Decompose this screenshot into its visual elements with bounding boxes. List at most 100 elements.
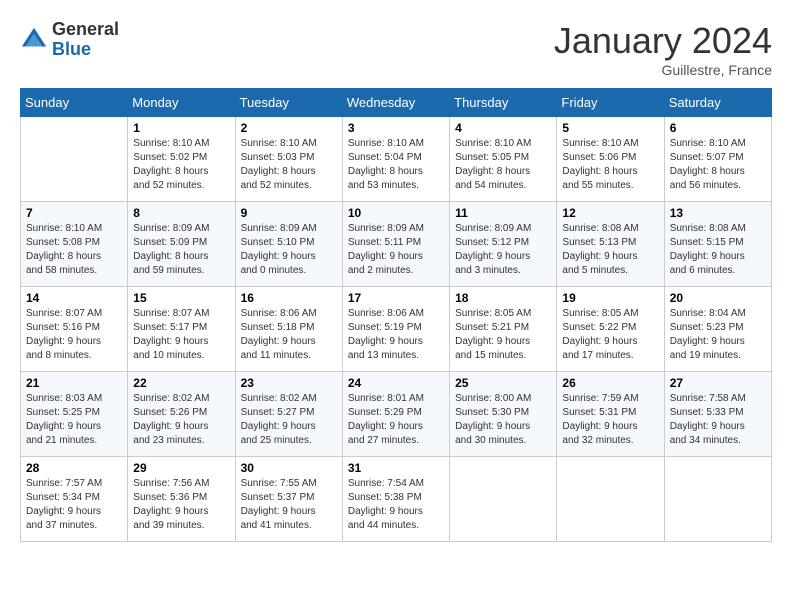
calendar-day-cell: 14Sunrise: 8:07 AMSunset: 5:16 PMDayligh… bbox=[21, 287, 128, 372]
calendar-day-cell: 28 Sunrise: 7:57 AMSunset: 5:34 PMDayligh… bbox=[21, 457, 128, 542]
day-info: Sunrise: 8:09 AMSunset: 5:09 PMDaylight:… bbox=[133, 222, 229, 278]
day-number: 30 bbox=[241, 461, 337, 475]
calendar-day-cell: 13 Sunrise: 8:08 AMSunset: 5:15 PMDayligh… bbox=[664, 202, 771, 287]
day-info: Sunrise: 8:01 AMSunset: 5:29 PMDaylight:… bbox=[348, 392, 444, 448]
day-info: Sunrise: 8:04 AMSunset: 5:23 PMDaylight:… bbox=[670, 307, 766, 363]
day-number: 11 bbox=[455, 206, 551, 220]
day-number: 8 bbox=[133, 206, 229, 220]
calendar-day-cell: 23Sunrise: 8:02 AMSunset: 5:27 PMDayligh… bbox=[235, 372, 342, 457]
day-number: 9 bbox=[241, 206, 337, 220]
calendar-week-row: 28 Sunrise: 7:57 AMSunset: 5:34 PMDayligh… bbox=[21, 457, 772, 542]
page-header: General Blue January 2024 Guillestre, Fr… bbox=[20, 20, 772, 78]
calendar-week-row: 7 Sunrise: 8:10 AMSunset: 5:08 PMDaylight… bbox=[21, 202, 772, 287]
day-info: Sunrise: 8:10 AMSunset: 5:08 PMDaylight:… bbox=[26, 222, 122, 278]
calendar-day-cell: 21 Sunrise: 8:03 AMSunset: 5:25 PMDayligh… bbox=[21, 372, 128, 457]
weekday-wednesday: Wednesday bbox=[342, 89, 449, 117]
calendar-day-cell: 29Sunrise: 7:56 AMSunset: 5:36 PMDayligh… bbox=[128, 457, 235, 542]
location: Guillestre, France bbox=[554, 62, 772, 78]
calendar-day-cell: 24Sunrise: 8:01 AMSunset: 5:29 PMDayligh… bbox=[342, 372, 449, 457]
day-info: Sunrise: 8:06 AMSunset: 5:19 PMDaylight:… bbox=[348, 307, 444, 363]
day-info: Sunrise: 8:05 AMSunset: 5:22 PMDaylight:… bbox=[562, 307, 658, 363]
day-number: 29 bbox=[133, 461, 229, 475]
weekday-thursday: Thursday bbox=[450, 89, 557, 117]
calendar-day-cell: 16 Sunrise: 8:06 AMSunset: 5:18 PMDayligh… bbox=[235, 287, 342, 372]
day-info: Sunrise: 8:10 AMSunset: 5:07 PMDaylight:… bbox=[670, 137, 766, 193]
day-info: Sunrise: 7:58 AMSunset: 5:33 PMDaylight:… bbox=[670, 392, 766, 448]
day-number: 1 bbox=[133, 121, 229, 135]
day-number: 3 bbox=[348, 121, 444, 135]
logo-icon bbox=[20, 26, 48, 54]
day-number: 17 bbox=[348, 291, 444, 305]
calendar-day-cell: 26Sunrise: 7:59 AMSunset: 5:31 PMDayligh… bbox=[557, 372, 664, 457]
day-info: Sunrise: 8:09 AMSunset: 5:12 PMDaylight:… bbox=[455, 222, 551, 278]
day-info: Sunrise: 7:55 AMSunset: 5:37 PMDaylight:… bbox=[241, 477, 337, 533]
day-info: Sunrise: 8:10 AMSunset: 5:02 PMDaylight:… bbox=[133, 137, 229, 193]
logo-text: General Blue bbox=[52, 20, 119, 60]
logo: General Blue bbox=[20, 20, 119, 60]
day-number: 13 bbox=[670, 206, 766, 220]
day-info: Sunrise: 8:05 AMSunset: 5:21 PMDaylight:… bbox=[455, 307, 551, 363]
day-number: 27 bbox=[670, 376, 766, 390]
calendar-day-cell: 12 Sunrise: 8:08 AMSunset: 5:13 PMDayligh… bbox=[557, 202, 664, 287]
calendar-day-cell: 31 Sunrise: 7:54 AMSunset: 5:38 PMDayligh… bbox=[342, 457, 449, 542]
day-number: 12 bbox=[562, 206, 658, 220]
day-number: 28 bbox=[26, 461, 122, 475]
day-info: Sunrise: 8:08 AMSunset: 5:13 PMDaylight:… bbox=[562, 222, 658, 278]
day-info: Sunrise: 8:10 AMSunset: 5:03 PMDaylight:… bbox=[241, 137, 337, 193]
day-info: Sunrise: 8:09 AMSunset: 5:11 PMDaylight:… bbox=[348, 222, 444, 278]
weekday-tuesday: Tuesday bbox=[235, 89, 342, 117]
weekday-saturday: Saturday bbox=[664, 89, 771, 117]
day-info: Sunrise: 8:10 AMSunset: 5:06 PMDaylight:… bbox=[562, 137, 658, 193]
calendar-day-cell bbox=[450, 457, 557, 542]
calendar-day-cell: 22Sunrise: 8:02 AMSunset: 5:26 PMDayligh… bbox=[128, 372, 235, 457]
day-number: 31 bbox=[348, 461, 444, 475]
calendar-day-cell: 15Sunrise: 8:07 AMSunset: 5:17 PMDayligh… bbox=[128, 287, 235, 372]
day-info: Sunrise: 8:06 AMSunset: 5:18 PMDaylight:… bbox=[241, 307, 337, 363]
calendar-day-cell: 6Sunrise: 8:10 AMSunset: 5:07 PMDaylight… bbox=[664, 117, 771, 202]
day-number: 16 bbox=[241, 291, 337, 305]
day-info: Sunrise: 8:03 AMSunset: 5:25 PMDaylight:… bbox=[26, 392, 122, 448]
calendar-week-row: 14Sunrise: 8:07 AMSunset: 5:16 PMDayligh… bbox=[21, 287, 772, 372]
calendar-day-cell: 4 Sunrise: 8:10 AMSunset: 5:05 PMDaylight… bbox=[450, 117, 557, 202]
calendar-day-cell: 10 Sunrise: 8:09 AMSunset: 5:11 PMDayligh… bbox=[342, 202, 449, 287]
day-number: 19 bbox=[562, 291, 658, 305]
calendar-day-cell: 1 Sunrise: 8:10 AMSunset: 5:02 PMDaylight… bbox=[128, 117, 235, 202]
title-block: January 2024 Guillestre, France bbox=[554, 20, 772, 78]
day-number: 23 bbox=[241, 376, 337, 390]
day-info: Sunrise: 7:57 AMSunset: 5:34 PMDaylight:… bbox=[26, 477, 122, 533]
day-info: Sunrise: 8:08 AMSunset: 5:15 PMDaylight:… bbox=[670, 222, 766, 278]
day-number: 20 bbox=[670, 291, 766, 305]
day-info: Sunrise: 8:09 AMSunset: 5:10 PMDaylight:… bbox=[241, 222, 337, 278]
calendar-day-cell: 9 Sunrise: 8:09 AMSunset: 5:10 PMDaylight… bbox=[235, 202, 342, 287]
weekday-row: SundayMondayTuesdayWednesdayThursdayFrid… bbox=[21, 89, 772, 117]
day-number: 5 bbox=[562, 121, 658, 135]
calendar-day-cell: 7 Sunrise: 8:10 AMSunset: 5:08 PMDaylight… bbox=[21, 202, 128, 287]
day-info: Sunrise: 8:00 AMSunset: 5:30 PMDaylight:… bbox=[455, 392, 551, 448]
calendar-day-cell: 30 Sunrise: 7:55 AMSunset: 5:37 PMDayligh… bbox=[235, 457, 342, 542]
day-info: Sunrise: 8:10 AMSunset: 5:04 PMDaylight:… bbox=[348, 137, 444, 193]
calendar-day-cell: 18 Sunrise: 8:05 AMSunset: 5:21 PMDayligh… bbox=[450, 287, 557, 372]
day-info: Sunrise: 7:54 AMSunset: 5:38 PMDaylight:… bbox=[348, 477, 444, 533]
calendar-day-cell: 17 Sunrise: 8:06 AMSunset: 5:19 PMDayligh… bbox=[342, 287, 449, 372]
calendar-week-row: 1 Sunrise: 8:10 AMSunset: 5:02 PMDaylight… bbox=[21, 117, 772, 202]
day-info: Sunrise: 8:10 AMSunset: 5:05 PMDaylight:… bbox=[455, 137, 551, 193]
day-number: 26 bbox=[562, 376, 658, 390]
day-number: 21 bbox=[26, 376, 122, 390]
day-number: 25 bbox=[455, 376, 551, 390]
day-number: 4 bbox=[455, 121, 551, 135]
calendar-table: SundayMondayTuesdayWednesdayThursdayFrid… bbox=[20, 88, 772, 542]
calendar-body: 1 Sunrise: 8:10 AMSunset: 5:02 PMDaylight… bbox=[21, 117, 772, 542]
weekday-sunday: Sunday bbox=[21, 89, 128, 117]
day-number: 2 bbox=[241, 121, 337, 135]
day-number: 10 bbox=[348, 206, 444, 220]
calendar-day-cell: 25 Sunrise: 8:00 AMSunset: 5:30 PMDayligh… bbox=[450, 372, 557, 457]
day-number: 7 bbox=[26, 206, 122, 220]
day-number: 18 bbox=[455, 291, 551, 305]
day-info: Sunrise: 8:02 AMSunset: 5:26 PMDaylight:… bbox=[133, 392, 229, 448]
calendar-week-row: 21 Sunrise: 8:03 AMSunset: 5:25 PMDayligh… bbox=[21, 372, 772, 457]
calendar-day-cell: 8 Sunrise: 8:09 AMSunset: 5:09 PMDaylight… bbox=[128, 202, 235, 287]
day-number: 14 bbox=[26, 291, 122, 305]
month-title: January 2024 bbox=[554, 20, 772, 62]
weekday-monday: Monday bbox=[128, 89, 235, 117]
calendar-day-cell: 5 Sunrise: 8:10 AMSunset: 5:06 PMDaylight… bbox=[557, 117, 664, 202]
